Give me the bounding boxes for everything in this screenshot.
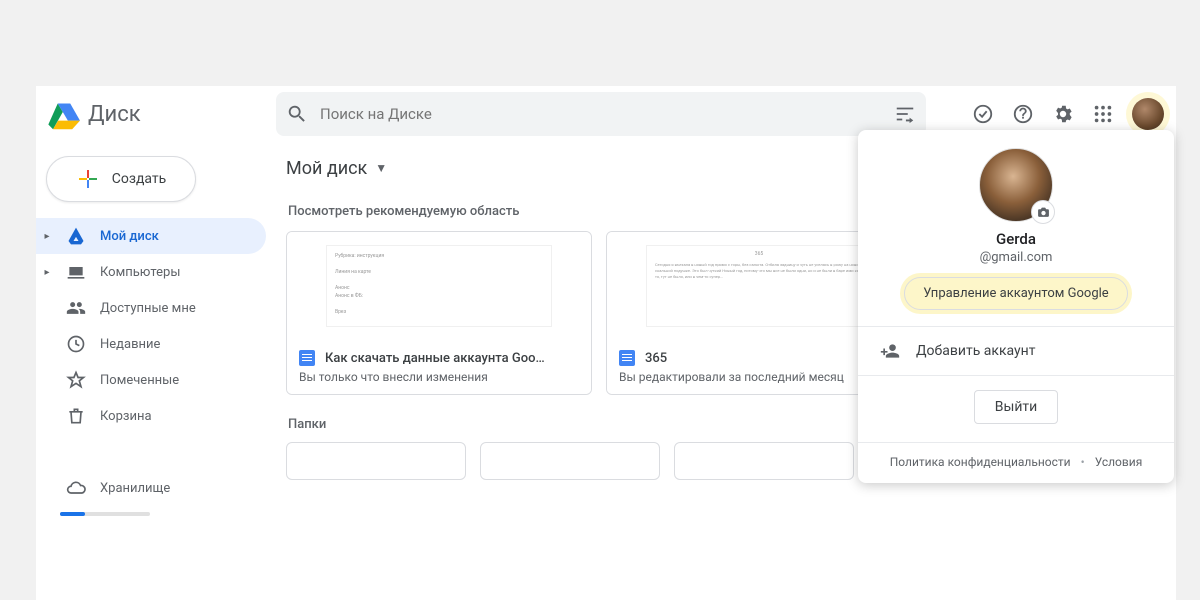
- sidebar-item-trash[interactable]: Корзина: [36, 398, 266, 434]
- account-name: Gerda: [858, 230, 1174, 248]
- account-popover: Gerda @gmail.com Управление аккаунтом Go…: [858, 130, 1174, 483]
- trash-icon: [66, 406, 86, 426]
- ready-offline-icon[interactable]: [972, 103, 994, 125]
- sidebar-item-label: Мой диск: [100, 229, 159, 244]
- file-title: Как скачать данные аккаунта Goo…: [325, 351, 545, 366]
- sidebar: Создать ▸ Мой диск ▸ Компьютеры Доступны…: [36, 142, 276, 600]
- search-icon: [286, 103, 308, 125]
- sidebar-item-recent[interactable]: Недавние: [36, 326, 266, 362]
- account-avatar[interactable]: [1132, 98, 1164, 130]
- cloud-icon: [66, 478, 86, 498]
- storage-bar: [60, 512, 150, 516]
- manage-account-button[interactable]: Управление аккаунтом Google: [904, 277, 1127, 310]
- camera-icon[interactable]: [1031, 200, 1055, 224]
- folder-card[interactable]: [286, 442, 466, 480]
- sidebar-item-computers[interactable]: ▸ Компьютеры: [36, 254, 266, 290]
- add-account-label: Добавить аккаунт: [916, 343, 1035, 359]
- create-label: Создать: [112, 171, 167, 187]
- drive-icon: [66, 226, 86, 246]
- search-bar[interactable]: [276, 92, 926, 136]
- chevron-right-icon: ▸: [42, 231, 52, 242]
- folder-card[interactable]: [674, 442, 854, 480]
- people-icon: [66, 298, 86, 318]
- file-card[interactable]: Рубрика: инструкцияЛиния на картеАнонсАн…: [286, 231, 592, 395]
- star-icon: [66, 370, 86, 390]
- account-email: @gmail.com: [858, 250, 1174, 265]
- divider: [36, 434, 266, 470]
- sidebar-item-label: Компьютеры: [100, 265, 180, 280]
- help-icon[interactable]: [1012, 103, 1034, 125]
- create-button[interactable]: Создать: [46, 156, 196, 202]
- sidebar-item-label: Хранилище: [100, 481, 170, 496]
- popover-footer: Политика конфиденциальности • Условия: [858, 442, 1174, 483]
- header-icons: [972, 98, 1164, 130]
- add-account-row[interactable]: Добавить аккаунт: [858, 327, 1174, 375]
- filter-icon[interactable]: [894, 103, 916, 125]
- sidebar-item-label: Недавние: [100, 337, 160, 352]
- person-add-icon: [880, 341, 900, 361]
- avatar-wrap: [979, 148, 1053, 222]
- drive-logo-icon: [46, 97, 80, 131]
- sidebar-item-starred[interactable]: Помеченные: [36, 362, 266, 398]
- dot-separator: •: [1081, 455, 1085, 469]
- sidebar-item-label: Корзина: [100, 409, 152, 424]
- docs-icon: [619, 350, 635, 366]
- folder-card[interactable]: [480, 442, 660, 480]
- sidebar-item-label: Доступные мне: [100, 301, 196, 316]
- logo[interactable]: Диск: [46, 97, 276, 131]
- file-subtitle: Вы только что внесли изменения: [299, 370, 579, 384]
- apps-grid-icon[interactable]: [1092, 103, 1114, 125]
- plus-icon: [76, 167, 100, 191]
- file-title: 365: [645, 351, 667, 366]
- signout-button[interactable]: Выйти: [974, 390, 1059, 424]
- clock-icon: [66, 334, 86, 354]
- laptop-icon: [66, 262, 86, 282]
- sidebar-item-storage[interactable]: Хранилище: [36, 470, 266, 506]
- nav: ▸ Мой диск ▸ Компьютеры Доступные мне: [36, 218, 276, 506]
- file-thumbnail: Рубрика: инструкцияЛиния на картеАнонсАн…: [287, 232, 591, 340]
- gear-icon[interactable]: [1052, 103, 1074, 125]
- sidebar-item-mydrive[interactable]: ▸ Мой диск: [36, 218, 266, 254]
- product-name: Диск: [88, 102, 141, 127]
- chevron-down-icon: ▼: [375, 161, 387, 175]
- docs-icon: [299, 350, 315, 366]
- privacy-link[interactable]: Политика конфиденциальности: [890, 455, 1071, 469]
- breadcrumb-label: Мой диск: [286, 158, 367, 179]
- file-subtitle: Вы редактировали за последний месяц: [619, 370, 899, 384]
- search-input[interactable]: [320, 105, 882, 123]
- sidebar-item-label: Помеченные: [100, 373, 179, 388]
- chevron-right-icon: ▸: [42, 267, 52, 278]
- terms-link[interactable]: Условия: [1095, 455, 1143, 469]
- sidebar-item-shared[interactable]: Доступные мне: [36, 290, 266, 326]
